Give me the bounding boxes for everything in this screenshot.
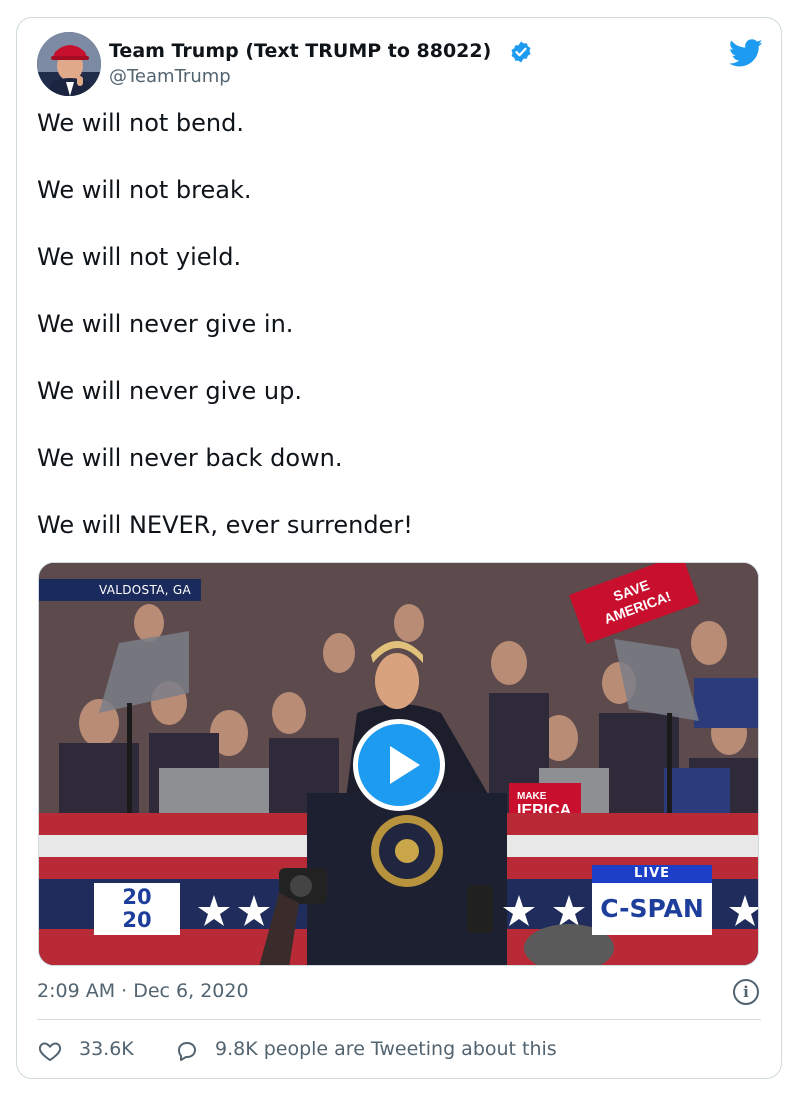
play-icon bbox=[390, 746, 420, 784]
tweet-line: We will never give up. bbox=[37, 377, 302, 405]
divider bbox=[37, 1019, 761, 1020]
location-overlay: VALDOSTA, GA bbox=[39, 579, 201, 601]
info-icon[interactable]: i bbox=[733, 979, 759, 1005]
year-badge: 20 20 bbox=[94, 883, 180, 935]
tweet-header: Team Trump (Text TRUMP to 88022) @TeamTr… bbox=[37, 32, 763, 96]
year-badge-bottom: 20 bbox=[122, 908, 152, 932]
reply-text[interactable]: 9.8K people are Tweeting about this bbox=[215, 1038, 557, 1060]
like-count[interactable]: 33.6K bbox=[79, 1038, 134, 1060]
twitter-bird-icon[interactable] bbox=[729, 36, 763, 70]
tweet-timestamp[interactable]: 2:09 AM · Dec 6, 2020 bbox=[37, 980, 249, 1002]
live-label: LIVE bbox=[592, 865, 712, 883]
avatar[interactable] bbox=[37, 32, 101, 96]
tweet-line: We will not bend. bbox=[37, 109, 244, 137]
tweet-line: We will never give in. bbox=[37, 310, 294, 338]
author-handle[interactable]: @TeamTrump bbox=[109, 66, 231, 87]
network-label: C-SPAN bbox=[592, 883, 712, 935]
tweet-line: We will NEVER, ever surrender! bbox=[37, 511, 413, 539]
verified-badge-icon bbox=[511, 41, 531, 63]
play-button[interactable] bbox=[353, 719, 445, 811]
author-name[interactable]: Team Trump (Text TRUMP to 88022) bbox=[109, 40, 491, 62]
year-badge-top: 20 bbox=[122, 885, 152, 909]
reply-icon[interactable] bbox=[174, 1039, 200, 1063]
tweet-text: We will not bend. We will not break. We … bbox=[37, 108, 763, 577]
heart-icon[interactable] bbox=[37, 1039, 63, 1063]
tweet-line: We will not yield. bbox=[37, 243, 242, 271]
tweet-card: Team Trump (Text TRUMP to 88022) @TeamTr… bbox=[16, 17, 782, 1079]
tweet-actions: 33.6K 9.8K people are Tweeting about thi… bbox=[37, 1036, 763, 1066]
video-player[interactable]: SAVE AMERICA! MAKE IERICA VALDOSTA, GA 2… bbox=[38, 562, 759, 966]
network-badge: LIVE C-SPAN bbox=[592, 865, 712, 935]
sign-text: MAKE bbox=[517, 791, 547, 802]
tweet-line: We will not break. bbox=[37, 176, 252, 204]
tweet-line: We will never back down. bbox=[37, 444, 343, 472]
